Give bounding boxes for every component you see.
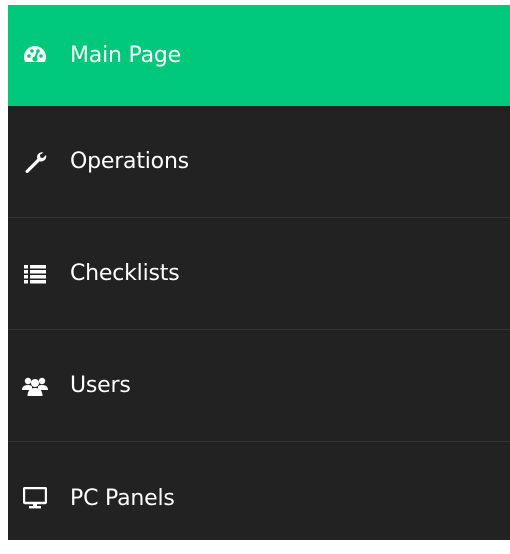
monitor-icon	[22, 485, 48, 511]
list-icon	[22, 261, 48, 287]
sidebar-item-label: Checklists	[70, 261, 180, 286]
wrench-icon	[22, 149, 48, 175]
users-icon	[22, 373, 48, 399]
sidebar-nav: Main Page Operations Checklists Users PC…	[8, 5, 510, 540]
sidebar-item-checklists[interactable]: Checklists	[8, 218, 510, 330]
sidebar-item-label: Operations	[70, 149, 189, 174]
sidebar-item-operations[interactable]: Operations	[8, 106, 510, 218]
sidebar-item-label: Users	[70, 373, 131, 398]
sidebar-item-label: Main Page	[70, 43, 181, 68]
sidebar-item-users[interactable]: Users	[8, 330, 510, 442]
dashboard-icon	[22, 43, 48, 69]
sidebar-item-main-page[interactable]: Main Page	[8, 5, 510, 106]
sidebar-item-pc-panels[interactable]: PC Panels	[8, 442, 510, 554]
sidebar-item-label: PC Panels	[70, 485, 175, 511]
